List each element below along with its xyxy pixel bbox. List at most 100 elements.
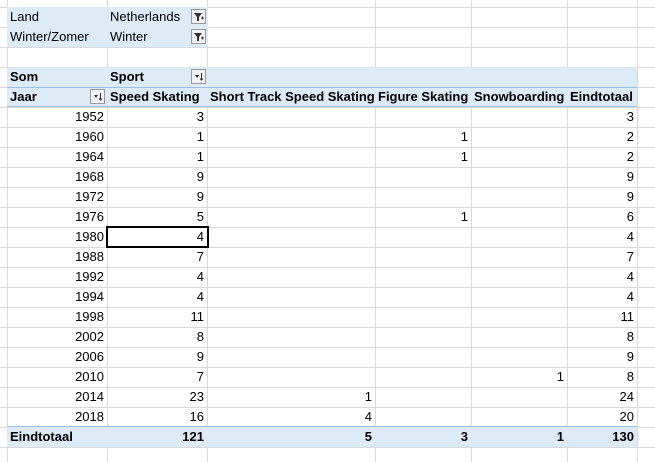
sort-dropdown-icon[interactable] [90,89,105,104]
table-cell[interactable]: 9 [567,187,637,207]
table-cell[interactable] [207,107,375,127]
table-cell[interactable] [375,347,471,367]
table-cell[interactable]: 8 [567,367,637,387]
table-cell[interactable]: 7 [567,247,637,267]
table-cell[interactable] [471,287,567,307]
table-cell[interactable] [207,327,375,347]
table-cell[interactable] [471,127,567,147]
table-cell[interactable]: 4 [567,227,637,247]
table-cell[interactable] [471,187,567,207]
filter-funnel-icon[interactable] [191,9,206,24]
row-label-year[interactable]: 1972 [7,187,107,207]
column-header[interactable]: Short Track Speed Skating [207,87,375,107]
row-label-year[interactable]: 2010 [7,367,107,387]
row-label-year[interactable]: 1992 [7,267,107,287]
table-cell[interactable]: 4 [567,267,637,287]
table-cell[interactable] [471,207,567,227]
table-cell[interactable]: 7 [107,247,207,267]
table-cell[interactable] [471,167,567,187]
filter-value-winter-zomer[interactable]: Winter [107,27,192,47]
spreadsheet-grid[interactable]: Land Netherlands Winter/Zomer Winter Som… [0,0,655,462]
grand-total-label[interactable]: Eindtotaal [7,427,107,447]
pivot-values-label[interactable]: Som [7,67,107,87]
table-cell[interactable]: 2 [567,147,637,167]
table-cell[interactable] [471,107,567,127]
table-cell[interactable]: 20 [567,407,637,427]
table-cell[interactable]: 9 [567,167,637,187]
column-header[interactable]: Eindtotaal [567,87,637,107]
table-cell[interactable] [375,227,471,247]
table-cell[interactable] [471,407,567,427]
table-cell[interactable] [207,127,375,147]
table-cell[interactable] [375,327,471,347]
table-cell[interactable]: 4 [107,287,207,307]
table-cell[interactable] [375,387,471,407]
row-label-year[interactable]: 2014 [7,387,107,407]
table-cell[interactable]: 16 [107,407,207,427]
table-cell[interactable]: 9 [107,347,207,367]
table-cell[interactable] [207,147,375,167]
row-label-year[interactable]: 1964 [7,147,107,167]
table-cell[interactable]: 9 [107,187,207,207]
grand-total-cell[interactable]: 130 [567,427,637,447]
table-cell[interactable] [471,327,567,347]
table-cell[interactable] [207,187,375,207]
row-label-year[interactable]: 2002 [7,327,107,347]
table-cell[interactable] [471,387,567,407]
table-cell[interactable] [207,167,375,187]
row-label-year[interactable]: 1994 [7,287,107,307]
table-cell[interactable] [207,267,375,287]
row-label-year[interactable]: 2006 [7,347,107,367]
table-cell[interactable]: 1 [375,207,471,227]
table-cell[interactable]: 24 [567,387,637,407]
active-cell-selection[interactable] [106,226,209,248]
table-cell[interactable] [207,347,375,367]
table-cell[interactable] [375,287,471,307]
table-cell[interactable]: 11 [107,307,207,327]
grand-total-cell[interactable]: 5 [207,427,375,447]
table-cell[interactable] [471,307,567,327]
filter-funnel-icon[interactable] [191,29,206,44]
table-cell[interactable]: 3 [567,107,637,127]
table-cell[interactable] [375,167,471,187]
table-cell[interactable]: 4 [107,267,207,287]
table-cell[interactable] [471,247,567,267]
table-cell[interactable]: 7 [107,367,207,387]
row-label-year[interactable]: 1988 [7,247,107,267]
table-cell[interactable]: 4 [207,407,375,427]
row-label-year[interactable]: 1960 [7,127,107,147]
table-cell[interactable] [375,367,471,387]
table-cell[interactable]: 11 [567,307,637,327]
sort-dropdown-icon[interactable] [191,69,206,84]
row-label-year[interactable]: 1976 [7,207,107,227]
table-cell[interactable]: 2 [567,127,637,147]
table-cell[interactable]: 1 [375,127,471,147]
table-cell[interactable] [207,207,375,227]
table-cell[interactable] [375,307,471,327]
table-cell[interactable] [471,347,567,367]
table-cell[interactable] [375,407,471,427]
row-label-year[interactable]: 1968 [7,167,107,187]
column-header[interactable]: Snowboarding [471,87,567,107]
table-cell[interactable]: 9 [107,167,207,187]
table-cell[interactable]: 1 [107,147,207,167]
table-cell[interactable] [471,227,567,247]
table-cell[interactable]: 1 [375,147,471,167]
table-cell[interactable] [375,247,471,267]
table-cell[interactable] [375,267,471,287]
table-cell[interactable]: 3 [107,107,207,127]
table-cell[interactable] [207,307,375,327]
table-cell[interactable]: 5 [107,207,207,227]
table-cell[interactable]: 6 [567,207,637,227]
table-cell[interactable]: 23 [107,387,207,407]
table-cell[interactable]: 4 [567,287,637,307]
table-cell[interactable]: 8 [567,327,637,347]
row-label-year[interactable]: 1952 [7,107,107,127]
column-header[interactable]: Speed Skating [107,87,207,107]
filter-value-land[interactable]: Netherlands [107,7,192,27]
table-cell[interactable]: 8 [107,327,207,347]
table-cell[interactable]: 9 [567,347,637,367]
table-cell[interactable] [471,147,567,167]
table-cell[interactable] [207,287,375,307]
filter-label-land[interactable]: Land [7,7,107,27]
